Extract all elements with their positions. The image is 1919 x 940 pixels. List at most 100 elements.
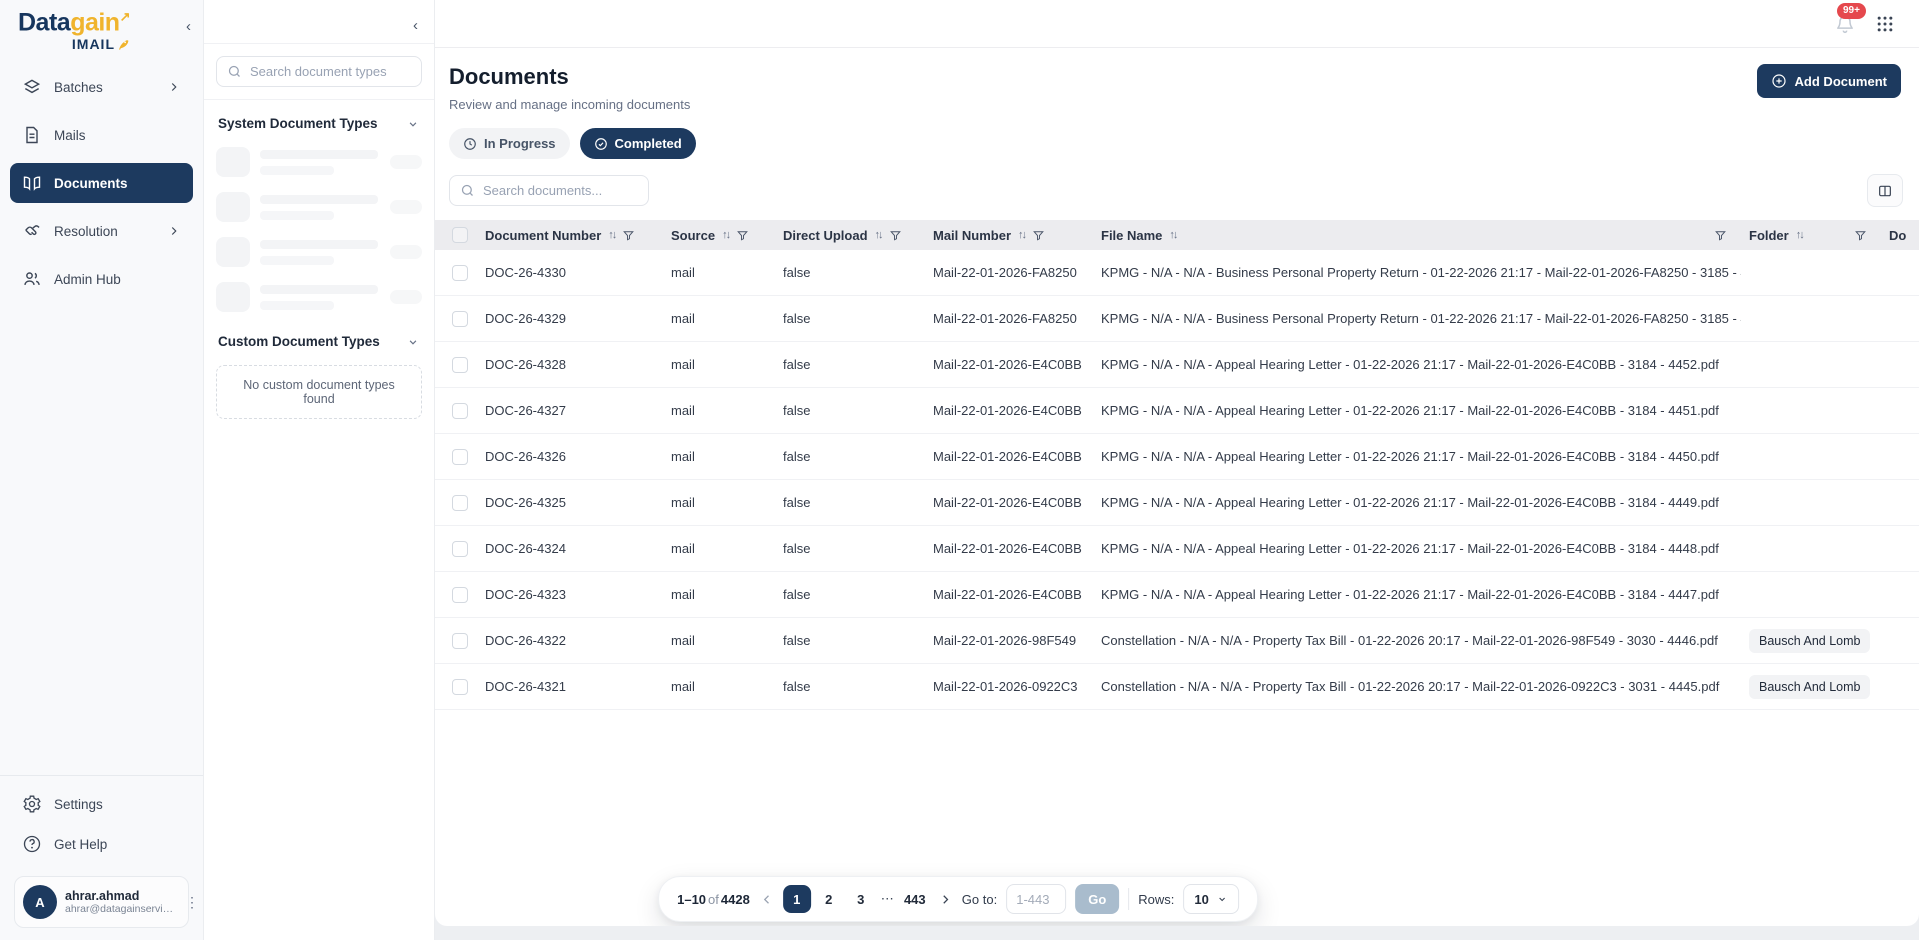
sort-icon[interactable]: ↑↓ [608, 229, 615, 241]
sidebar-item-documents[interactable]: Documents [10, 163, 193, 203]
chevron-right-icon [167, 80, 181, 94]
notifications-bell-icon[interactable]: 99+ [1835, 14, 1855, 34]
row-checkbox[interactable] [452, 633, 468, 649]
filter-icon[interactable] [736, 229, 749, 242]
cell-file-name: KPMG - N/A - N/A - Appeal Hearing Letter… [1093, 587, 1741, 602]
column-header-source[interactable]: Source ↑↓ [663, 228, 775, 243]
column-label: Document Number [485, 228, 601, 243]
cell-file-name: KPMG - N/A - N/A - Appeal Hearing Letter… [1093, 403, 1741, 418]
column-header-truncated[interactable]: Do [1881, 228, 1919, 243]
table-row[interactable]: DOC-26-4329mailfalseMail-22-01-2026-FA82… [435, 296, 1919, 342]
user-card[interactable]: A ahrar.ahmad ahrar@datagainservice... ⋮ [14, 876, 189, 928]
page-button-1[interactable]: 1 [783, 885, 811, 913]
select-all-checkbox[interactable] [452, 227, 468, 243]
sort-icon[interactable]: ↑↓ [722, 229, 729, 241]
sort-icon[interactable]: ↑↓ [875, 229, 882, 241]
table-row[interactable]: DOC-26-4325mailfalseMail-22-01-2026-E4C0… [435, 480, 1919, 526]
cell-document-number: DOC-26-4321 [477, 679, 663, 694]
page-button-3[interactable]: 3 [847, 885, 875, 913]
rows-per-page-select[interactable]: 10 [1183, 884, 1238, 914]
column-settings-button[interactable] [1867, 174, 1903, 207]
next-page-button[interactable] [938, 892, 953, 907]
goto-label: Go to: [962, 892, 997, 907]
table-row[interactable]: DOC-26-4328mailfalseMail-22-01-2026-E4C0… [435, 342, 1919, 388]
plus-circle-icon [1771, 73, 1787, 89]
table-row[interactable]: DOC-26-4323mailfalseMail-22-01-2026-E4C0… [435, 572, 1919, 618]
doctype-search-input[interactable] [250, 64, 411, 79]
chevron-down-icon[interactable] [406, 117, 420, 131]
table-row[interactable]: DOC-26-4327mailfalseMail-22-01-2026-E4C0… [435, 388, 1919, 434]
filter-icon[interactable] [622, 229, 635, 242]
filter-icon[interactable] [1714, 229, 1727, 242]
goto-page-input[interactable] [1006, 884, 1066, 914]
sidebar-item-batches[interactable]: Batches [10, 67, 193, 107]
table-row[interactable]: DOC-26-4322mailfalseMail-22-01-2026-98F5… [435, 618, 1919, 664]
chevron-down-icon[interactable] [406, 335, 420, 349]
filter-icon[interactable] [889, 229, 902, 242]
page-button-2[interactable]: 2 [815, 885, 843, 913]
cell-mail-number: Mail-22-01-2026-E4C0BB [925, 495, 1093, 510]
sidebar-item-mails[interactable]: Mails [10, 115, 193, 155]
cell-mail-number: Mail-22-01-2026-FA8250 [925, 311, 1093, 326]
column-header-document-number[interactable]: Document Number ↑↓ [477, 228, 663, 243]
apps-grid-icon[interactable] [1875, 14, 1895, 34]
column-header-folder[interactable]: Folder ↑↓ [1741, 228, 1881, 243]
row-checkbox[interactable] [452, 495, 468, 511]
row-checkbox[interactable] [452, 265, 468, 281]
sort-icon[interactable]: ↑↓ [1018, 229, 1025, 241]
row-checkbox[interactable] [452, 679, 468, 695]
filter-icon[interactable] [1854, 229, 1867, 242]
cell-file-name: Constellation - N/A - N/A - Property Tax… [1093, 679, 1741, 694]
panel-top: ‹ [204, 0, 434, 44]
row-checkbox[interactable] [452, 311, 468, 327]
go-button[interactable]: Go [1075, 884, 1119, 914]
sort-icon[interactable]: ↑↓ [1796, 229, 1803, 241]
filter-icon[interactable] [1032, 229, 1045, 242]
add-document-button[interactable]: Add Document [1757, 64, 1901, 98]
sidebar-item-label: Settings [54, 797, 103, 812]
user-menu-dots-icon[interactable]: ⋮ [185, 894, 199, 911]
row-checkbox[interactable] [452, 587, 468, 603]
cell-source: mail [663, 633, 775, 648]
logo-text-gain: gain [70, 8, 119, 36]
cell-document-number: DOC-26-4323 [477, 587, 663, 602]
row-checkbox[interactable] [452, 449, 468, 465]
cell-direct-upload: false [775, 541, 925, 556]
row-checkbox[interactable] [452, 541, 468, 557]
row-checkbox[interactable] [452, 403, 468, 419]
sidebar-item-admin-hub[interactable]: Admin Hub [10, 259, 193, 299]
column-label: Source [671, 228, 715, 243]
folder-chip: Bausch And Lomb [1749, 629, 1870, 653]
previous-page-button[interactable] [759, 892, 774, 907]
cell-file-name: KPMG - N/A - N/A - Appeal Hearing Letter… [1093, 541, 1741, 556]
documents-search-input[interactable] [483, 183, 638, 198]
cell-source: mail [663, 587, 775, 602]
table-row[interactable]: DOC-26-4324mailfalseMail-22-01-2026-E4C0… [435, 526, 1919, 572]
sidebar-item-settings[interactable]: Settings [10, 784, 193, 824]
column-header-direct-upload[interactable]: Direct Upload ↑↓ [775, 228, 925, 243]
tab-in-progress[interactable]: In Progress [449, 128, 570, 159]
sort-icon[interactable]: ↑↓ [1169, 229, 1176, 241]
sidebar-item-label: Get Help [54, 837, 107, 852]
status-tabs: In Progress Completed [435, 112, 1919, 159]
cell-mail-number: Mail-22-01-2026-E4C0BB [925, 587, 1093, 602]
sidebar-item-resolution[interactable]: Resolution [10, 211, 193, 251]
row-checkbox[interactable] [452, 357, 468, 373]
chevron-right-icon [167, 224, 181, 238]
gear-icon [22, 794, 42, 814]
sidebar-footer: Settings Get Help A ahrar.ahmad ahrar@da… [0, 775, 203, 940]
tab-completed[interactable]: Completed [580, 128, 696, 159]
panel-collapse-button[interactable]: ‹ [413, 17, 418, 34]
datagain-logo: Datagain↗ IMAIL [18, 10, 130, 51]
sidebar-collapse-button[interactable]: ‹ [186, 18, 191, 35]
table-row[interactable]: DOC-26-4326mailfalseMail-22-01-2026-E4C0… [435, 434, 1919, 480]
cell-document-number: DOC-26-4328 [477, 357, 663, 372]
sidebar-item-get-help[interactable]: Get Help [10, 824, 193, 864]
column-header-file-name[interactable]: File Name ↑↓ [1093, 228, 1741, 243]
rows-label: Rows: [1138, 892, 1174, 907]
table-row[interactable]: DOC-26-4321mailfalseMail-22-01-2026-0922… [435, 664, 1919, 710]
table-row[interactable]: DOC-26-4330mailfalseMail-22-01-2026-FA82… [435, 250, 1919, 296]
page-button-443[interactable]: 443 [901, 885, 929, 913]
user-name: ahrar.ahmad [65, 889, 177, 903]
column-header-mail-number[interactable]: Mail Number ↑↓ [925, 228, 1093, 243]
